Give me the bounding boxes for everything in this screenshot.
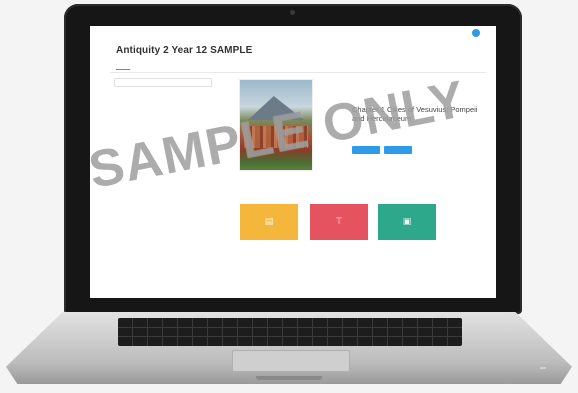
user-menu[interactable] (468, 29, 480, 37)
resource-card-pin[interactable]: ⊤ (310, 204, 368, 240)
lid-notch (256, 376, 322, 380)
resource-card-book[interactable]: ▤ (240, 204, 298, 240)
trackpad (232, 350, 350, 372)
gallery-icon: ▣ (402, 216, 412, 226)
header-divider (110, 72, 486, 73)
keyboard-row-divider (118, 336, 462, 337)
book-icon: ▤ (264, 216, 274, 226)
chapter-secondary-button[interactable] (384, 146, 412, 154)
pin-icon: ⊤ (335, 216, 343, 226)
resource-card-gallery[interactable]: ▣ (378, 204, 436, 240)
keyboard-row-divider (118, 327, 462, 328)
keyboard (118, 318, 462, 346)
sidebar-search-input[interactable] (114, 78, 212, 87)
avatar[interactable] (472, 29, 480, 37)
page-title: Antiquity 2 Year 12 SAMPLE (116, 45, 253, 56)
active-tab-indicator (116, 69, 130, 70)
status-led (540, 367, 546, 369)
top-bar (90, 26, 496, 42)
webcam-icon (290, 10, 295, 15)
